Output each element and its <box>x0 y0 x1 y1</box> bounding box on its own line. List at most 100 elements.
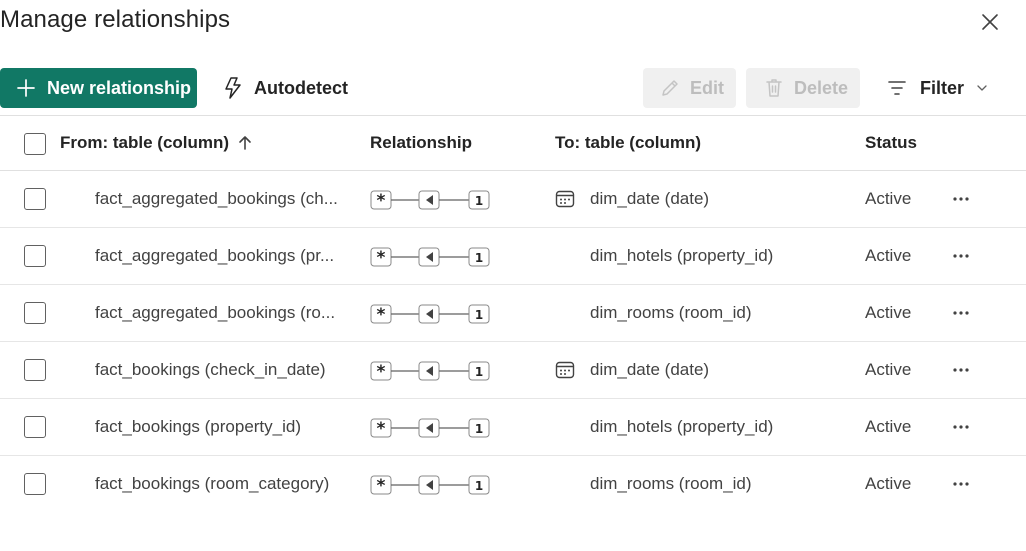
table-body: fact_aggregated_bookings (ch... * 1 dim_… <box>0 171 1026 513</box>
more-icon <box>953 197 969 201</box>
table-row[interactable]: fact_bookings (check_in_date) * 1 dim_da… <box>0 342 1026 399</box>
sort-ascending-icon <box>239 136 251 150</box>
status-cell: Active <box>865 303 912 322</box>
more-options-button[interactable] <box>949 246 973 266</box>
status-cell: Active <box>865 246 912 265</box>
filter-button[interactable]: Filter <box>887 68 988 108</box>
svg-text:1: 1 <box>475 365 483 379</box>
header-status[interactable]: Status <box>865 133 917 153</box>
svg-text:*: * <box>377 248 386 267</box>
header-from-label: From: table (column) <box>60 133 230 152</box>
to-cell: dim_hotels (property_id) <box>590 417 774 436</box>
trash-icon <box>766 79 782 97</box>
row-checkbox[interactable] <box>24 416 46 438</box>
more-options-button[interactable] <box>949 303 973 323</box>
svg-text:*: * <box>377 305 386 324</box>
relationship-cardinality: * 1 <box>370 418 492 443</box>
new-relationship-button[interactable]: New relationship <box>0 68 197 108</box>
to-cell: dim_date (date) <box>590 189 710 208</box>
table-row[interactable]: fact_bookings (room_category) * 1 dim_ro… <box>0 456 1026 513</box>
filter-icon <box>888 81 906 95</box>
more-icon <box>953 482 969 486</box>
filter-label: Filter <box>920 77 965 98</box>
from-cell: fact_bookings (property_id) <box>95 417 302 436</box>
table-row[interactable]: fact_aggregated_bookings (ro... * 1 dim_… <box>0 285 1026 342</box>
svg-text:1: 1 <box>475 308 483 322</box>
relationship-cardinality: * 1 <box>370 247 492 272</box>
more-options-button[interactable] <box>949 417 973 437</box>
dialog-title: Manage relationships <box>0 6 231 33</box>
toolbar: New relationship Autodetect Edit Delete … <box>0 68 1026 108</box>
calendar-icon <box>555 190 575 208</box>
pencil-icon <box>662 80 678 96</box>
row-checkbox[interactable] <box>24 245 46 267</box>
to-cell: dim_date (date) <box>590 360 710 379</box>
svg-text:*: * <box>377 419 386 438</box>
more-icon <box>953 254 969 258</box>
row-checkbox[interactable] <box>24 188 46 210</box>
svg-text:1: 1 <box>475 479 483 493</box>
table-header: From: table (column) Relationship To: ta… <box>0 115 1026 171</box>
many-to-one-icon: * 1 <box>370 190 490 211</box>
from-cell: fact_aggregated_bookings (ch... <box>95 189 338 208</box>
many-to-one-icon: * 1 <box>370 247 490 268</box>
many-to-one-icon: * 1 <box>370 304 490 325</box>
edit-button[interactable]: Edit <box>643 68 736 108</box>
row-checkbox[interactable] <box>24 302 46 324</box>
to-cell: dim_rooms (room_id) <box>590 474 752 493</box>
autodetect-button[interactable]: Autodetect <box>222 68 348 108</box>
to-icon-slot <box>555 189 575 214</box>
relationship-cardinality: * 1 <box>370 190 492 215</box>
more-icon <box>953 425 969 429</box>
status-cell: Active <box>865 417 912 436</box>
to-icon-slot <box>555 360 575 385</box>
svg-text:1: 1 <box>475 422 483 436</box>
svg-text:*: * <box>377 191 386 210</box>
close-button[interactable] <box>979 11 1001 33</box>
header-relationship[interactable]: Relationship <box>370 133 472 153</box>
chevron-down-icon <box>977 85 987 91</box>
more-options-button[interactable] <box>949 189 973 209</box>
edit-label: Edit <box>690 77 724 98</box>
relationships-table: From: table (column) Relationship To: ta… <box>0 115 1026 513</box>
svg-text:1: 1 <box>475 251 483 265</box>
more-icon <box>953 368 969 372</box>
header-from[interactable]: From: table (column) <box>60 133 252 153</box>
header-to[interactable]: To: table (column) <box>555 133 701 153</box>
status-cell: Active <box>865 360 912 379</box>
svg-text:1: 1 <box>475 194 483 208</box>
from-cell: fact_aggregated_bookings (pr... <box>95 246 335 265</box>
to-cell: dim_rooms (room_id) <box>590 303 752 322</box>
svg-text:*: * <box>377 476 386 495</box>
row-checkbox[interactable] <box>24 359 46 381</box>
relationship-cardinality: * 1 <box>370 475 492 500</box>
table-row[interactable]: fact_bookings (property_id) * 1 dim_hote… <box>0 399 1026 456</box>
row-checkbox[interactable] <box>24 473 46 495</box>
flash-icon <box>225 77 241 99</box>
many-to-one-icon: * 1 <box>370 475 490 496</box>
from-cell: fact_bookings (check_in_date) <box>95 360 326 379</box>
more-icon <box>953 311 969 315</box>
svg-text:*: * <box>377 362 386 381</box>
relationship-cardinality: * 1 <box>370 304 492 329</box>
many-to-one-icon: * 1 <box>370 418 490 439</box>
relationship-cardinality: * 1 <box>370 361 492 386</box>
table-row[interactable]: fact_aggregated_bookings (ch... * 1 dim_… <box>0 171 1026 228</box>
to-cell: dim_hotels (property_id) <box>590 246 774 265</box>
more-options-button[interactable] <box>949 360 973 380</box>
close-icon <box>982 14 998 30</box>
calendar-icon <box>555 361 575 379</box>
status-cell: Active <box>865 189 912 208</box>
from-cell: fact_aggregated_bookings (ro... <box>95 303 336 322</box>
delete-label: Delete <box>794 77 849 98</box>
table-row[interactable]: fact_aggregated_bookings (pr... * 1 dim_… <box>0 228 1026 285</box>
more-options-button[interactable] <box>949 474 973 494</box>
many-to-one-icon: * 1 <box>370 361 490 382</box>
delete-button[interactable]: Delete <box>746 68 860 108</box>
autodetect-label: Autodetect <box>254 77 348 98</box>
plus-icon <box>17 79 35 97</box>
from-cell: fact_bookings (room_category) <box>95 474 330 493</box>
status-cell: Active <box>865 474 912 493</box>
select-all-checkbox[interactable] <box>24 133 46 155</box>
new-relationship-label: New relationship <box>47 77 192 98</box>
